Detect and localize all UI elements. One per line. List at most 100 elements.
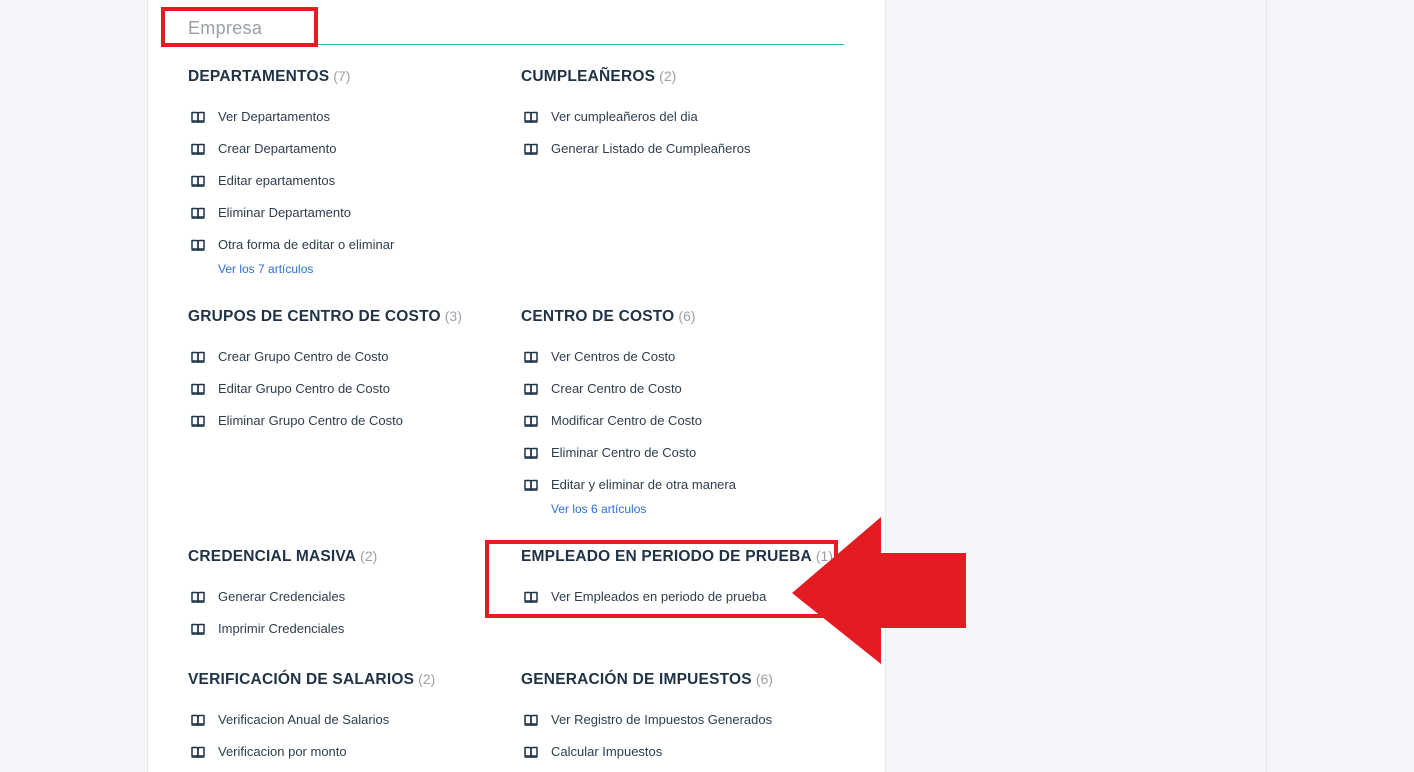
category-count: (6) (678, 308, 696, 324)
article-link-crear-centro-de-costo[interactable]: Crear Centro de Costo (521, 372, 841, 404)
category-title[interactable]: CUMPLEAÑEROS (521, 68, 655, 85)
article-label: Modificar Centro de Costo (551, 412, 703, 428)
article-label: Eliminar Centro de Costo (551, 444, 697, 460)
article-label: Otra forma de editar o eliminar (218, 236, 395, 252)
article-list: Ver cumpleañeros del dia Generar Listado … (521, 100, 841, 164)
article-label: Editar Grupo Centro de Costo (218, 380, 390, 396)
category-count: (7) (333, 68, 351, 84)
article-label: Verificacion por monto (218, 743, 347, 759)
category-count: (2) (418, 671, 436, 687)
book-icon (191, 622, 205, 635)
category-title[interactable]: GRUPOS DE CENTRO DE COSTO (188, 308, 441, 325)
article-link-eliminar-grupo-centro-de-costo[interactable]: Eliminar Grupo Centro de Costo (188, 404, 508, 436)
book-icon (524, 350, 538, 363)
article-label: Ver Registro de Impuestos Generados (551, 711, 773, 727)
book-icon (524, 590, 538, 603)
book-icon (524, 142, 538, 155)
article-link-modificar-centro-de-costo[interactable]: Modificar Centro de Costo (521, 404, 841, 436)
category-title[interactable]: DEPARTAMENTOS (188, 68, 329, 85)
article-label: Generar Listado de Cumpleañeros (551, 140, 751, 156)
article-link-editar-y-eliminar-de-otra-manera[interactable]: Editar y eliminar de otra manera (521, 468, 841, 500)
article-link-generar-listado-de-cumpleaneros[interactable]: Generar Listado de Cumpleañeros (521, 132, 841, 164)
article-link-editar-epartamentos[interactable]: Editar epartamentos (188, 164, 508, 196)
book-icon (524, 446, 538, 459)
section-underline (163, 44, 844, 45)
article-label: Crear Departamento (218, 140, 337, 156)
article-label: Ver Empleados en periodo de prueba (551, 588, 767, 604)
category-centro-costo: CENTRO DE COSTO (6) Ver Centros de Costo Cr… (521, 304, 841, 516)
article-list: Ver Registro de Impuestos Generados Calcu… (521, 703, 841, 767)
category-count: (6) (755, 671, 773, 687)
book-icon (191, 382, 205, 395)
article-list: Generar Credenciales Imprimir Credenciale… (188, 580, 508, 644)
book-icon (524, 745, 538, 758)
article-link-verificacion-por-monto[interactable]: Verificacion por monto (188, 735, 508, 767)
article-list: Verificacion Anual de Salarios Verificaci… (188, 703, 508, 767)
article-link-imprimir-credenciales[interactable]: Imprimir Credenciales (188, 612, 508, 644)
article-label: Editar y eliminar de otra manera (551, 476, 736, 492)
article-link-ver-cumpleaneros-del-dia[interactable]: Ver cumpleañeros del dia (521, 100, 841, 132)
category-title[interactable]: VERIFICACIÓN DE SALARIOS (188, 671, 414, 688)
article-link-calcular-impuestos[interactable]: Calcular Impuestos (521, 735, 841, 767)
annotation-arrow-icon (792, 517, 966, 664)
article-label: Ver Centros de Costo (551, 348, 676, 364)
article-label: Crear Centro de Costo (551, 380, 682, 396)
article-label: Ver Departamentos (218, 108, 331, 124)
book-icon (191, 590, 205, 603)
category-verificacion-salarios: VERIFICACIÓN DE SALARIOS (2) Verificacion … (188, 667, 508, 767)
category-credencial-masiva: CREDENCIAL MASIVA (2) Generar Credenciales… (188, 544, 508, 644)
category-header: CREDENCIAL MASIVA (2) (188, 544, 508, 568)
book-icon (191, 142, 205, 155)
article-link-ver-centros-de-costo[interactable]: Ver Centros de Costo (521, 340, 841, 372)
article-label: Imprimir Credenciales (218, 620, 345, 636)
book-icon (191, 713, 205, 726)
category-title[interactable]: GENERACIÓN DE IMPUESTOS (521, 671, 752, 688)
book-icon (524, 478, 538, 491)
article-link-crear-departamento[interactable]: Crear Departamento (188, 132, 508, 164)
book-icon (191, 350, 205, 363)
article-link-otra-forma-de-editar-o-eliminar[interactable]: Otra forma de editar o eliminar (188, 228, 508, 260)
article-label: Editar epartamentos (218, 172, 336, 188)
see-all-articles-link[interactable]: Ver los 6 artículos (551, 502, 841, 516)
article-link-editar-grupo-centro-de-costo[interactable]: Editar Grupo Centro de Costo (188, 372, 508, 404)
book-icon (191, 414, 205, 427)
category-count: (3) (444, 308, 462, 324)
article-link-generar-credenciales[interactable]: Generar Credenciales (188, 580, 508, 612)
category-header: CENTRO DE COSTO (6) (521, 304, 841, 328)
category-cumpleaneros: CUMPLEAÑEROS (2) Ver cumpleañeros del dia G… (521, 64, 841, 164)
category-count: (2) (360, 548, 378, 564)
book-icon (191, 206, 205, 219)
category-departamentos: DEPARTAMENTOS (7) Ver Departamentos Crear D… (188, 64, 508, 276)
book-icon (191, 110, 205, 123)
see-all-articles-link[interactable]: Ver los 7 artículos (218, 262, 508, 276)
article-label: Verificacion Anual de Salarios (218, 711, 390, 727)
book-icon (191, 238, 205, 251)
category-header: DEPARTAMENTOS (7) (188, 64, 508, 88)
article-link-eliminar-departamento[interactable]: Eliminar Departamento (188, 196, 508, 228)
article-label: Crear Grupo Centro de Costo (218, 348, 389, 364)
book-icon (191, 745, 205, 758)
article-label: Calcular Impuestos (551, 743, 663, 759)
category-header: CUMPLEAÑEROS (2) (521, 64, 841, 88)
category-header: GRUPOS DE CENTRO DE COSTO (3) (188, 304, 508, 328)
category-header: VERIFICACIÓN DE SALARIOS (2) (188, 667, 508, 691)
article-link-verificacion-anual-de-salarios[interactable]: Verificacion Anual de Salarios (188, 703, 508, 735)
section-title: Empresa (188, 18, 263, 38)
book-icon (524, 414, 538, 427)
book-icon (524, 713, 538, 726)
category-title[interactable]: CENTRO DE COSTO (521, 308, 674, 325)
category-title[interactable]: CREDENCIAL MASIVA (188, 548, 356, 565)
category-generacion-impuestos: GENERACIÓN DE IMPUESTOS (6) Ver Registro d… (521, 667, 841, 767)
article-label: Ver cumpleañeros del dia (551, 108, 698, 124)
category-title[interactable]: EMPLEADO EN PERIODO DE PRUEBA (521, 548, 812, 565)
article-list: Ver Centros de Costo Crear Centro de Cost… (521, 340, 841, 516)
article-link-crear-grupo-centro-de-costo[interactable]: Crear Grupo Centro de Costo (188, 340, 508, 372)
article-link-ver-registro-de-impuestos-generados[interactable]: Ver Registro de Impuestos Generados (521, 703, 841, 735)
article-link-ver-departamentos[interactable]: Ver Departamentos (188, 100, 508, 132)
book-icon (191, 174, 205, 187)
article-link-eliminar-centro-de-costo[interactable]: Eliminar Centro de Costo (521, 436, 841, 468)
category-count: (2) (659, 68, 677, 84)
book-icon (524, 382, 538, 395)
right-divider (1266, 0, 1267, 772)
article-label: Eliminar Departamento (218, 204, 351, 220)
